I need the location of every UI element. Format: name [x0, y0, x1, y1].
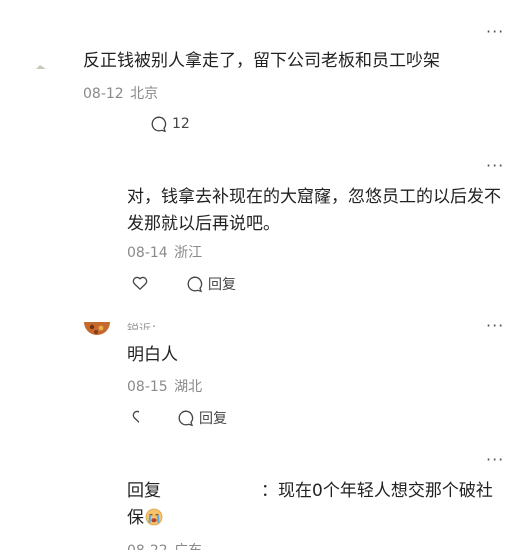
comment-location: 浙江 — [174, 245, 203, 261]
more-options-button[interactable]: ··· — [486, 318, 504, 334]
comment-text: 明白人 — [127, 345, 178, 365]
reply-button[interactable]: 回复 — [177, 408, 227, 428]
reply-label: 回复 — [199, 411, 227, 427]
more-options-button[interactable]: ··· — [486, 452, 504, 468]
comment-date: 08-12 — [83, 86, 124, 102]
comment-bubble-icon — [150, 115, 168, 133]
comment-body: ：现在0个年轻人想交那个破社保 — [127, 481, 493, 528]
comment-username-partial[interactable]: 锐近： — [127, 318, 187, 330]
reply-count: 12 — [172, 116, 190, 132]
comment-location: 湖北 — [174, 379, 203, 395]
comment-meta: 08-12 北京 — [83, 86, 158, 102]
more-options-button[interactable]: ··· — [486, 24, 504, 40]
comment-meta: 08-15 湖北 — [127, 379, 202, 395]
comment-bubble-icon — [177, 409, 195, 427]
heart-icon — [131, 274, 149, 292]
crying-face-emoji — [145, 508, 163, 526]
comment-bubble-icon — [186, 275, 204, 293]
comment-date: 08-15 — [127, 379, 168, 395]
comment-location: 北京 — [130, 86, 159, 102]
comment-meta: 08-22 广东 — [127, 542, 202, 550]
reply-button[interactable]: 回复 — [186, 274, 236, 294]
comment-date: 08-14 — [127, 245, 168, 261]
more-options-button[interactable]: ··· — [486, 158, 504, 174]
reply-label: 回复 — [208, 277, 236, 293]
like-button[interactable] — [131, 408, 139, 426]
comment-meta: 08-14 浙江 — [127, 245, 202, 261]
comment-date: 08-22 — [127, 543, 168, 550]
reply-prefix: 回复 — [127, 481, 161, 501]
like-button[interactable] — [131, 274, 149, 292]
reply-count-button[interactable]: 12 — [150, 115, 190, 133]
comment-text: 反正钱被别人拿走了，留下公司老板和员工吵架 — [83, 51, 440, 71]
comment-location: 广东 — [174, 543, 202, 550]
comment-text: 回复 ：现在0个年轻人想交那个破社保 — [127, 478, 497, 532]
avatar[interactable] — [84, 322, 110, 340]
comment-text: 对，钱拿去补现在的大窟窿，忽悠员工的以后发不发那就以后再说吧。 — [127, 187, 501, 234]
avatar[interactable] — [34, 58, 48, 72]
comment-thread: ··· 反正钱被别人拿走了，留下公司老板和员工吵架 08-12 北京 12 ··… — [0, 0, 526, 558]
heart-icon — [131, 408, 139, 426]
